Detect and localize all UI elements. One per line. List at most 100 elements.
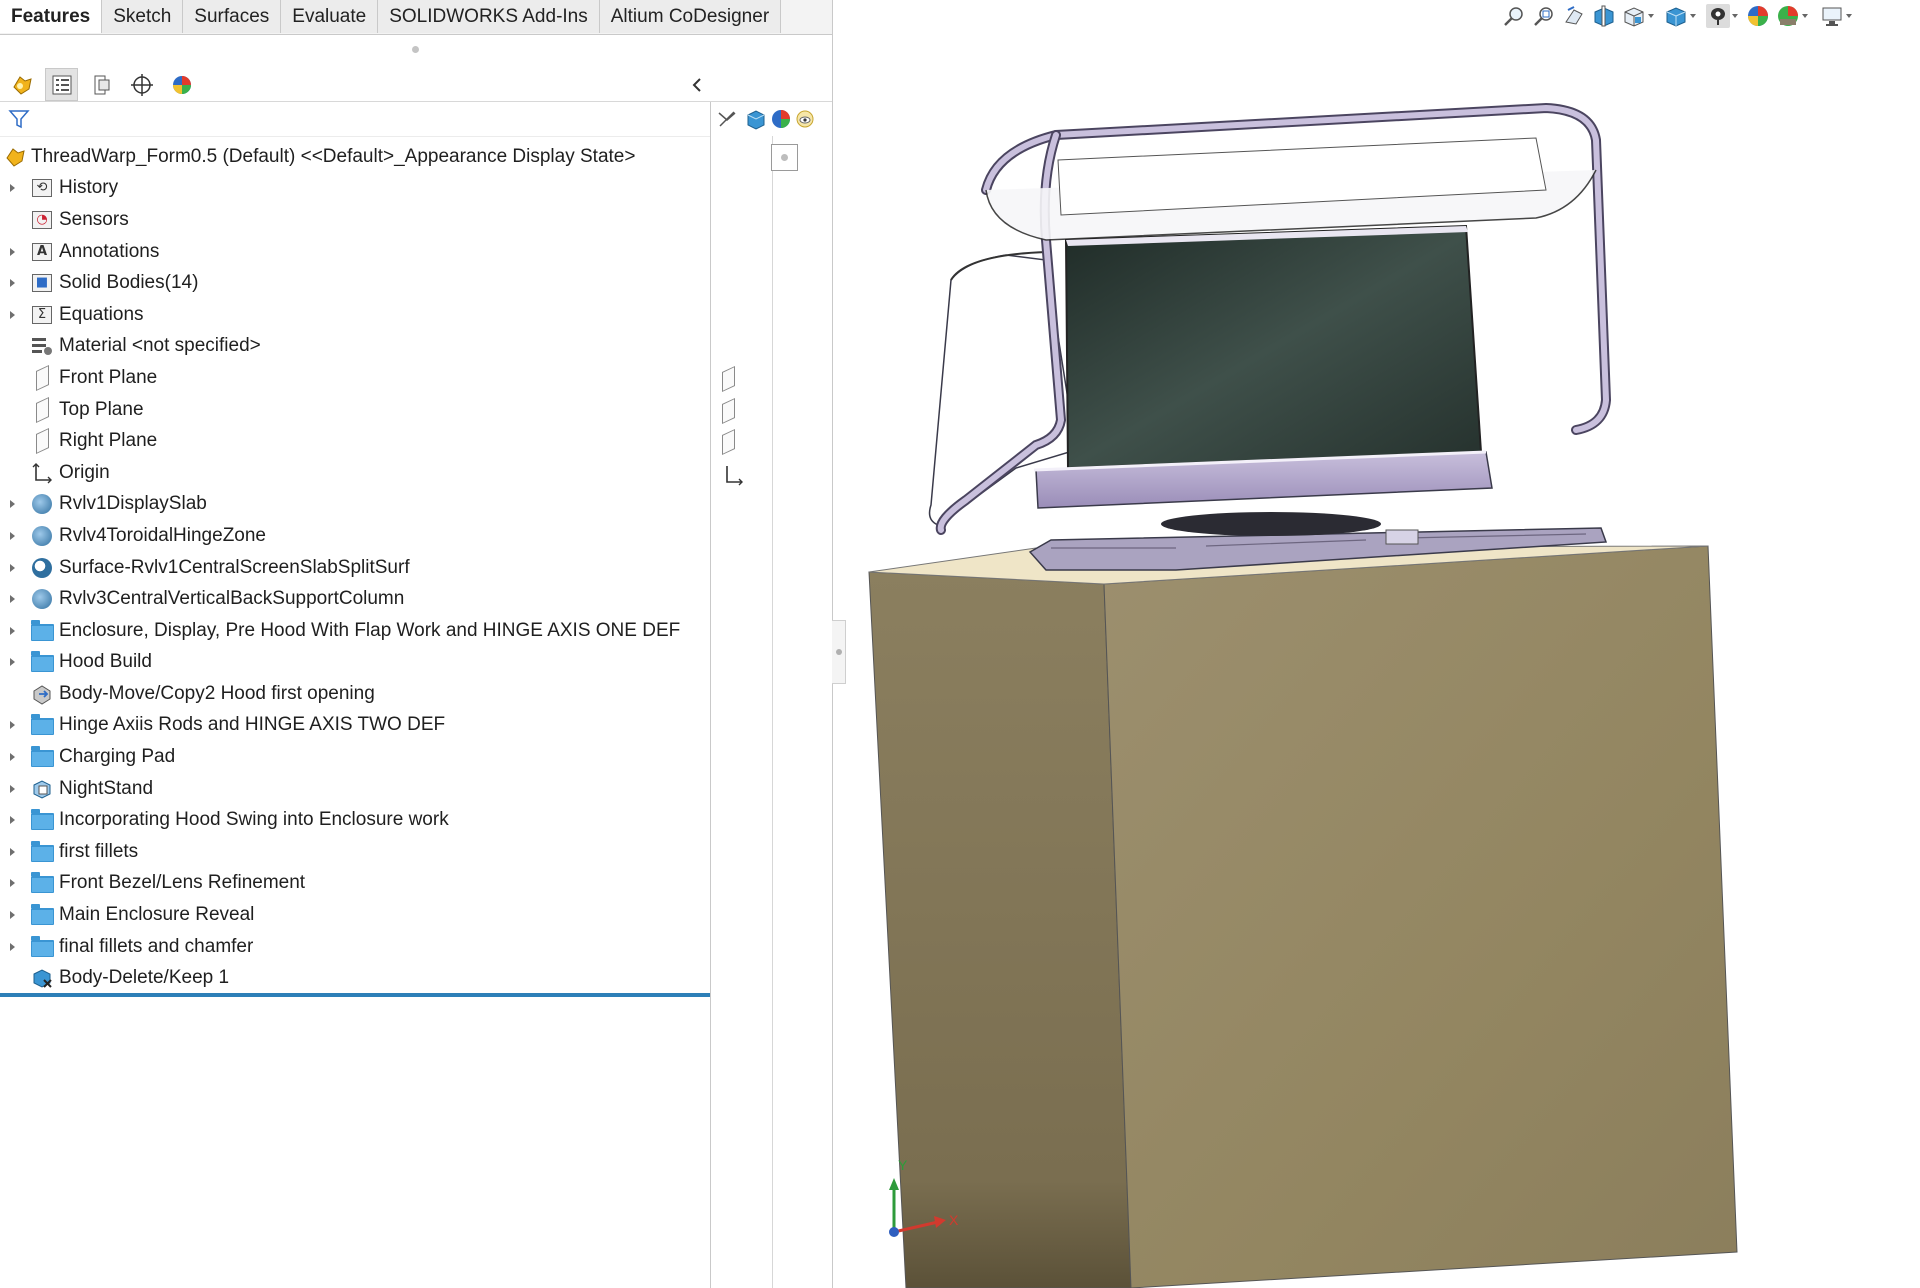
tab-features[interactable]: Features [0, 0, 103, 33]
tree-folder-first-fillets[interactable]: first fillets [0, 836, 710, 868]
tree-item-rvlv3centralverticalbacksupportcolumn[interactable]: Rvlv3CentralVerticalBackSupportColumn [0, 583, 710, 615]
tree-item-rvlv4toroidalhingezone[interactable]: Rvlv4ToroidalHingeZone [0, 520, 710, 552]
display-enclosure[interactable] [928, 102, 1612, 536]
tab-solidworks-add-ins[interactable]: SOLIDWORKS Add-Ins [378, 0, 600, 33]
expand-arrow-icon[interactable] [10, 911, 15, 920]
filter-row [0, 102, 710, 137]
splitter-grip[interactable] [412, 46, 419, 53]
chevron-left-icon [692, 77, 701, 92]
tree-item-label: Surface-Rvlv1CentralScreenSlabSplitSurf [59, 556, 410, 578]
collapse-pane-button[interactable] [682, 68, 712, 101]
expand-arrow-icon[interactable] [10, 279, 15, 288]
tab-evaluate[interactable]: Evaluate [281, 0, 379, 33]
tab-sketch[interactable]: Sketch [102, 0, 184, 33]
tree-item-surface-rvlv1[interactable]: Surface-Rvlv1CentralScreenSlabSplitSurf [0, 552, 710, 584]
revolve-icon [30, 525, 54, 547]
expand-arrow-icon[interactable] [10, 816, 15, 825]
command-manager-tabs: Features Sketch Surfaces Evaluate SOLIDW… [0, 0, 832, 35]
expand-arrow-icon[interactable] [10, 563, 15, 572]
revolve-icon [30, 493, 54, 515]
tree-item-right-plane[interactable]: Right Plane [0, 425, 735, 457]
expand-arrow-icon[interactable] [10, 942, 15, 951]
tree-item-label: Material <not specified> [59, 335, 261, 357]
expand-arrow-icon[interactable] [10, 721, 15, 730]
expand-arrow-icon[interactable] [10, 310, 15, 319]
tree-item-body-move-copy2[interactable]: Body-Move/Copy2 Hood first opening [0, 678, 710, 710]
displaymanager-icon[interactable] [165, 68, 198, 101]
graphics-viewport[interactable]: X Y [846, 0, 1920, 1288]
tree-item-top-plane[interactable]: Top Plane [0, 394, 735, 426]
rollback-bar[interactable] [0, 993, 710, 997]
folder-icon [30, 619, 54, 642]
model-graphics[interactable]: X Y [846, 0, 1920, 1288]
history-icon: ⟲ [30, 177, 54, 199]
tree-folder-front-bezel[interactable]: Front Bezel/Lens Refinement [0, 868, 710, 900]
tree-item-annotations[interactable]: A Annotations [0, 236, 710, 268]
tree-folder-incorporating-hood-swing[interactable]: Incorporating Hood Swing into Enclosure … [0, 804, 710, 836]
tree-item-nightstand[interactable]: NightStand [0, 773, 710, 805]
sensors-icon: ◔ [30, 209, 54, 231]
revolve-icon [30, 588, 54, 610]
display-state-swatch[interactable] [771, 144, 798, 171]
annotations-icon: A [30, 241, 54, 263]
expand-arrow-icon[interactable] [10, 184, 15, 193]
tree-item-body-delete-keep[interactable]: Body-Delete/Keep 1 [0, 962, 710, 994]
expand-arrow-icon[interactable] [10, 753, 15, 762]
expand-arrow-icon[interactable] [10, 595, 15, 604]
filter-icon[interactable] [8, 108, 30, 135]
tab-surfaces[interactable]: Surfaces [183, 0, 282, 33]
plane-visibility-icon[interactable] [722, 365, 736, 392]
dimxpertmanager-icon[interactable] [125, 68, 158, 101]
plane-icon [30, 428, 54, 455]
plane-visibility-icon[interactable] [722, 429, 736, 456]
plane-visibility-icon[interactable] [722, 397, 736, 424]
expand-arrow-icon[interactable] [10, 626, 15, 635]
solid-bodies-icon: ■ [30, 272, 54, 294]
feature-tree: ThreadWarp_Form0.5 (Default) <<Default>_… [0, 141, 743, 994]
tree-item-solid-bodies[interactable]: ■ Solid Bodies(14) [0, 267, 710, 299]
plane-icon [30, 364, 54, 391]
tree-item-equations[interactable]: Σ Equations [0, 299, 710, 331]
tree-item-front-plane[interactable]: Front Plane [0, 362, 735, 394]
tree-folder-final-fillets[interactable]: final fillets and chamfer [0, 931, 710, 963]
tree-folder-enclosure-display[interactable]: Enclosure, Display, Pre Hood With Flap W… [0, 615, 710, 647]
featuremanager-icon[interactable] [6, 68, 39, 101]
expand-arrow-icon[interactable] [10, 784, 15, 793]
tree-item-sensors[interactable]: ◔ Sensors [0, 204, 710, 236]
tree-item-label: Main Enclosure Reveal [59, 904, 255, 926]
display-mode-icon[interactable] [745, 108, 767, 130]
configurationmanager-icon[interactable] [85, 68, 118, 101]
expand-arrow-icon[interactable] [10, 500, 15, 509]
origin-visibility-icon[interactable] [722, 464, 744, 486]
tree-item-label: Equations [59, 303, 144, 325]
tab-altium-codesigner[interactable]: Altium CoDesigner [599, 0, 782, 33]
appearance-icon[interactable] [770, 108, 792, 130]
tree-item-history[interactable]: ⟲ History [0, 173, 710, 205]
expand-arrow-icon[interactable] [10, 531, 15, 540]
tree-folder-hinge-axiis-rods[interactable]: Hinge Axiis Rods and HINGE AXIS TWO DEF [0, 710, 710, 742]
tree-folder-hood-build[interactable]: Hood Build [0, 647, 710, 679]
move-copy-icon [30, 683, 54, 705]
expand-arrow-icon[interactable] [10, 658, 15, 667]
tree-item-label: Body-Move/Copy2 Hood first opening [59, 682, 375, 704]
expand-arrow-icon[interactable] [10, 247, 15, 256]
expand-arrow-icon[interactable] [10, 847, 15, 856]
tree-item-label: Rvlv3CentralVerticalBackSupportColumn [59, 588, 405, 610]
tree-item-label: Right Plane [59, 430, 158, 452]
tree-item-origin[interactable]: Origin [0, 457, 743, 489]
pane-resize-handle[interactable] [832, 620, 846, 684]
propertymanager-icon[interactable] [45, 68, 78, 101]
tree-item-label: Front Plane [59, 366, 158, 388]
tree-folder-charging-pad[interactable]: Charging Pad [0, 741, 710, 773]
tree-item-material[interactable]: Material <not specified> [0, 331, 710, 363]
tree-folder-main-enclosure-reveal[interactable]: Main Enclosure Reveal [0, 899, 710, 931]
transparency-icon[interactable] [794, 108, 816, 130]
hide-show-icon[interactable] [716, 108, 738, 130]
nightstand-body[interactable] [868, 545, 1738, 1288]
tree-item-rvlv1displayslab[interactable]: Rvlv1DisplaySlab [0, 489, 710, 521]
origin-icon [30, 462, 54, 484]
tree-root[interactable]: ThreadWarp_Form0.5 (Default) <<Default>_… [0, 141, 710, 173]
tree-item-label: Annotations [59, 240, 160, 262]
expand-arrow-icon[interactable] [10, 879, 15, 888]
tree-item-label: History [59, 177, 119, 199]
